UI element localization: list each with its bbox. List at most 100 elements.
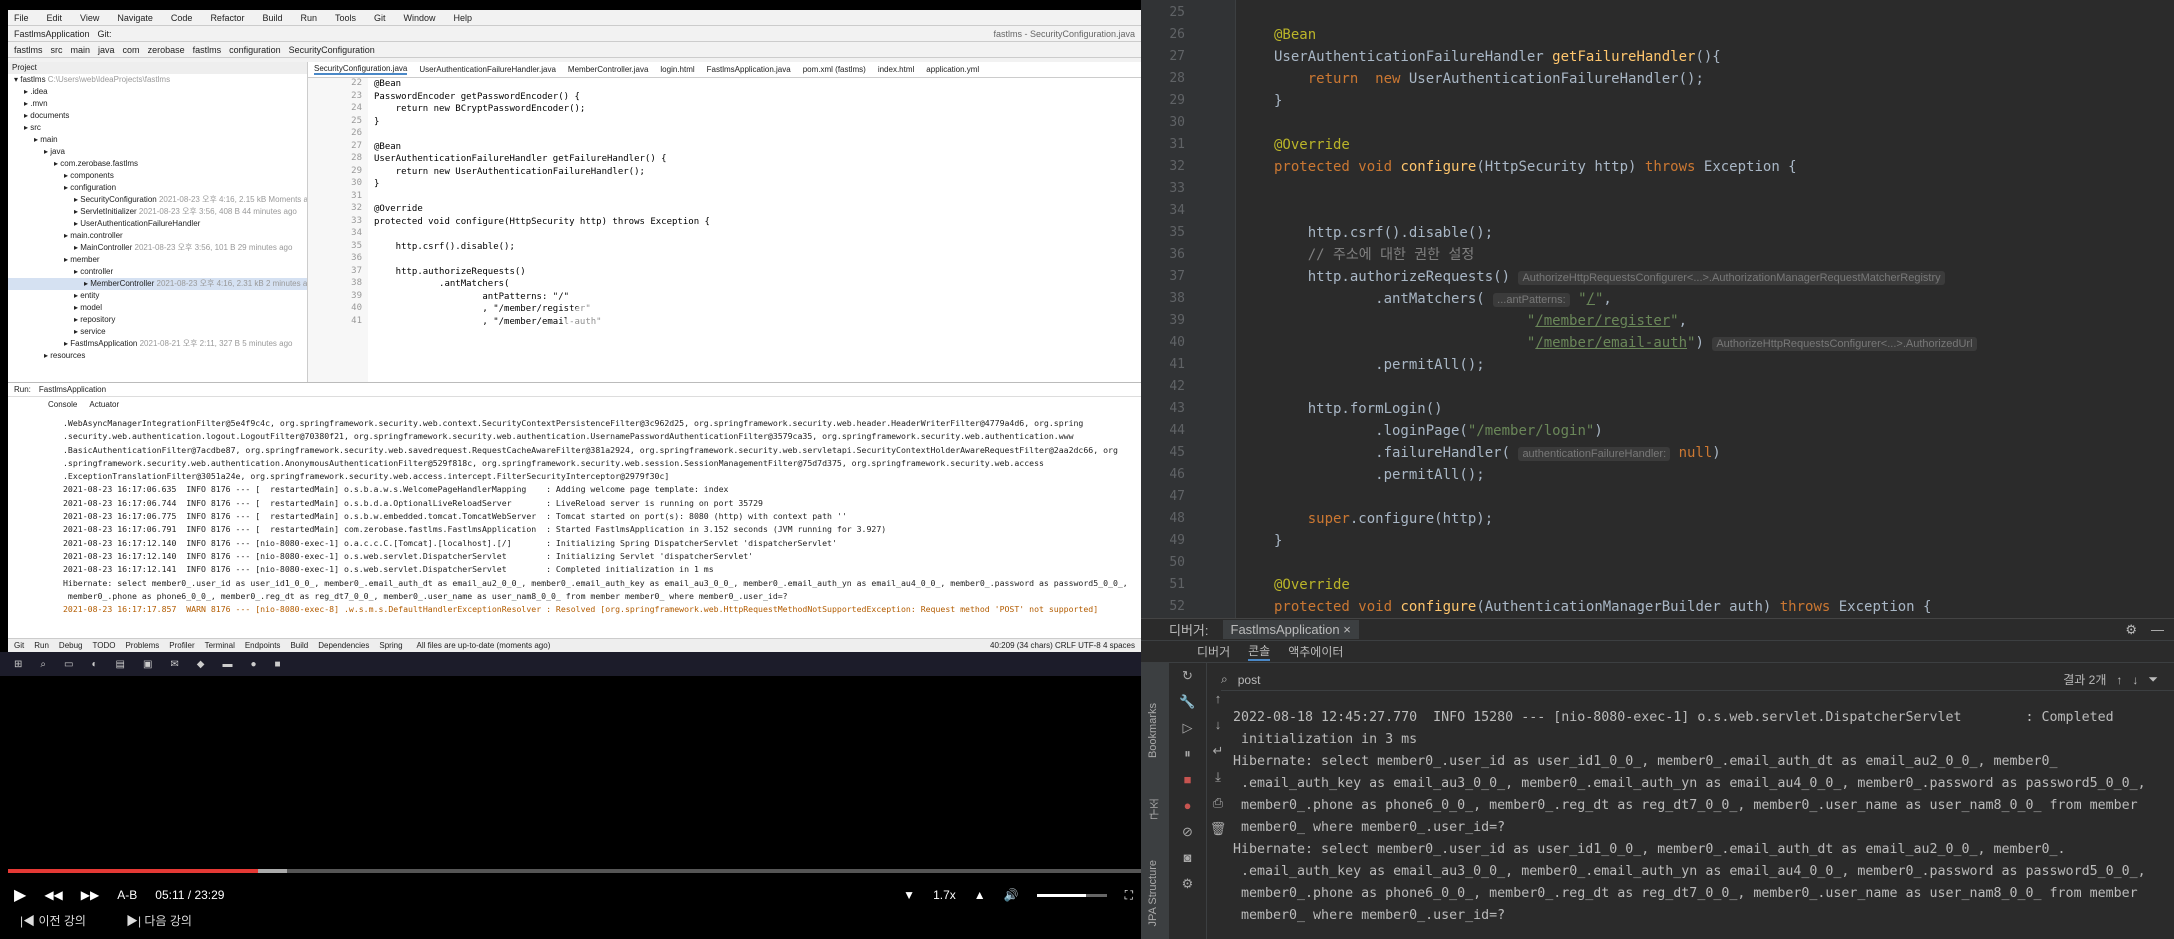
bottom-tab[interactable]: Dependencies: [318, 641, 369, 650]
progress-bar[interactable]: [8, 869, 1141, 873]
tree-item[interactable]: ▸ main: [8, 134, 307, 146]
bottom-tab[interactable]: Run: [34, 641, 49, 650]
menu-item[interactable]: Refactor: [210, 13, 244, 23]
close-icon[interactable]: ×: [1343, 622, 1351, 637]
tree-item[interactable]: ▸ UserAuthenticationFailureHandler: [8, 218, 307, 230]
task-view-icon[interactable]: ▭: [64, 659, 73, 670]
tree-item[interactable]: ▸ documents: [8, 110, 307, 122]
chrome-icon[interactable]: ●: [251, 659, 257, 670]
explorer-icon[interactable]: ▤: [116, 659, 125, 670]
tree-item[interactable]: ▸ controller: [8, 266, 307, 278]
menu-item[interactable]: Run: [300, 13, 317, 23]
tree-item[interactable]: ▸ configuration: [8, 182, 307, 194]
volume-slider[interactable]: [1036, 893, 1107, 897]
next-match-icon[interactable]: ↓: [2132, 673, 2138, 687]
search-input[interactable]: post: [1238, 673, 1558, 687]
settings-icon[interactable]: 🔧: [1169, 689, 1206, 715]
menu-item[interactable]: Window: [404, 13, 436, 23]
tree-item[interactable]: ▸ src: [8, 122, 307, 134]
mute-breakpoints-icon[interactable]: ⊘: [1169, 819, 1206, 845]
breadcrumb-item[interactable]: SecurityConfiguration: [289, 45, 375, 55]
speed-down-icon[interactable]: ▼: [903, 888, 915, 902]
tree-item[interactable]: ▸ repository: [8, 314, 307, 326]
bottom-tab[interactable]: Git: [14, 641, 24, 650]
menu-item[interactable]: View: [80, 13, 99, 23]
structure-label[interactable]: 구조: [1147, 798, 1163, 820]
gear-icon[interactable]: ⚙: [1169, 871, 1206, 897]
tree-item[interactable]: ▸ SecurityConfiguration 2021-08-23 오후 4:…: [8, 194, 307, 206]
vscode-icon[interactable]: ◆: [197, 659, 205, 670]
fullscreen-icon[interactable]: ⛶: [1125, 888, 1133, 903]
menu-item[interactable]: Edit: [47, 13, 63, 23]
breadcrumb-item[interactable]: fastlms: [14, 45, 43, 55]
menu-item[interactable]: Navigate: [117, 13, 153, 23]
editor-tab[interactable]: SecurityConfiguration.java: [314, 64, 408, 75]
tree-item[interactable]: ▸ FastlmsApplication 2021-08-21 오후 2:11,…: [8, 338, 307, 350]
search-icon[interactable]: ⌕: [40, 659, 46, 670]
wrap-icon[interactable]: ↵: [1207, 743, 1229, 769]
tree-item[interactable]: ▸ ServletInitializer 2021-08-23 오후 3:56,…: [8, 206, 307, 218]
windows-icon[interactable]: ⊞: [14, 659, 22, 670]
tab-actuator[interactable]: 액추에이터: [1288, 643, 1343, 660]
breadcrumb-item[interactable]: fastlms: [193, 45, 222, 55]
tree-item[interactable]: ▸ MainController 2021-08-23 오후 3:56, 101…: [8, 242, 307, 254]
tree-item[interactable]: ▸ components: [8, 170, 307, 182]
editor-tab[interactable]: FastlmsApplication.java: [707, 65, 791, 74]
bottom-tab[interactable]: TODO: [93, 641, 116, 650]
bottom-tab[interactable]: Debug: [59, 641, 83, 650]
tree-item[interactable]: ▸ com.zerobase.fastlms: [8, 158, 307, 170]
stop-icon[interactable]: ■: [1169, 767, 1206, 793]
tree-item[interactable]: ▾ fastlms C:\Users\web\IdeaProjects\fast…: [8, 74, 307, 86]
tree-item[interactable]: ▸ model: [8, 302, 307, 314]
run-tab[interactable]: FastlmsApplication: [39, 385, 106, 394]
menu-item[interactable]: Help: [454, 13, 473, 23]
breadcrumb-item[interactable]: java: [98, 45, 115, 55]
menu-item[interactable]: File: [14, 13, 29, 23]
video-player[interactable]: File Edit View Navigate Code Refactor Build Run…: [0, 0, 1141, 939]
editor-tab[interactable]: MemberController.java: [568, 65, 648, 74]
camera-icon[interactable]: ◙: [1169, 845, 1206, 871]
editor-tab[interactable]: application.yml: [926, 65, 979, 74]
bottom-tab[interactable]: Problems: [125, 641, 159, 650]
bottom-tab[interactable]: Endpoints: [245, 641, 281, 650]
editor-tab[interactable]: pom.xml (fastlms): [803, 65, 866, 74]
tree-item[interactable]: ▸ resources: [8, 350, 307, 362]
console-tab[interactable]: Actuator: [89, 400, 119, 409]
intellij-icon[interactable]: ■: [275, 659, 281, 670]
tab-console[interactable]: 콘솔: [1248, 642, 1271, 661]
tree-item[interactable]: ▸ .idea: [8, 86, 307, 98]
console-tab[interactable]: Console: [48, 400, 77, 409]
scroll-end-icon[interactable]: ⤓: [1207, 769, 1229, 795]
store-icon[interactable]: ▣: [143, 659, 152, 670]
rewind-icon[interactable]: ◀◀: [44, 888, 62, 902]
ab-repeat-button[interactable]: A-B: [117, 888, 137, 902]
tree-item[interactable]: ▸ .mvn: [8, 98, 307, 110]
prev-match-icon[interactable]: ↑: [2116, 673, 2122, 687]
bookmarks-label[interactable]: Bookmarks: [1147, 703, 1159, 758]
gear-icon[interactable]: ⚙: [2125, 622, 2137, 638]
up-icon[interactable]: ↑: [1207, 691, 1229, 717]
volume-icon[interactable]: 🔊: [1004, 888, 1019, 902]
prev-lecture-button[interactable]: |◀ 이전 강의: [20, 912, 86, 929]
tree-item[interactable]: ▸ entity: [8, 290, 307, 302]
breadcrumb-item[interactable]: com: [123, 45, 140, 55]
trash-icon[interactable]: 🗑: [1207, 821, 1229, 847]
mail-icon[interactable]: ✉: [170, 659, 178, 670]
resume-icon[interactable]: ▷: [1169, 715, 1206, 741]
menu-item[interactable]: Code: [171, 13, 193, 23]
breadcrumb-item[interactable]: src: [51, 45, 63, 55]
editor-tab[interactable]: login.html: [660, 65, 694, 74]
forward-icon[interactable]: ▶▶: [81, 888, 99, 902]
terminal-icon[interactable]: ▬: [223, 659, 233, 670]
tree-item[interactable]: ▸ main.controller: [8, 230, 307, 242]
bottom-tab[interactable]: Profiler: [169, 641, 194, 650]
next-lecture-button[interactable]: ▶| 다음 강의: [126, 912, 192, 929]
bottom-tab[interactable]: Spring: [379, 641, 402, 650]
play-overlay-icon[interactable]: ▶: [560, 300, 640, 380]
run-config[interactable]: FastlmsApplication: [14, 29, 90, 39]
menu-item[interactable]: Git: [374, 13, 386, 23]
editor-tab[interactable]: UserAuthenticationFailureHandler.java: [419, 65, 556, 74]
speed-up-icon[interactable]: ▲: [974, 888, 986, 902]
menu-item[interactable]: Build: [262, 13, 282, 23]
tree-item[interactable]: ▸ member: [8, 254, 307, 266]
